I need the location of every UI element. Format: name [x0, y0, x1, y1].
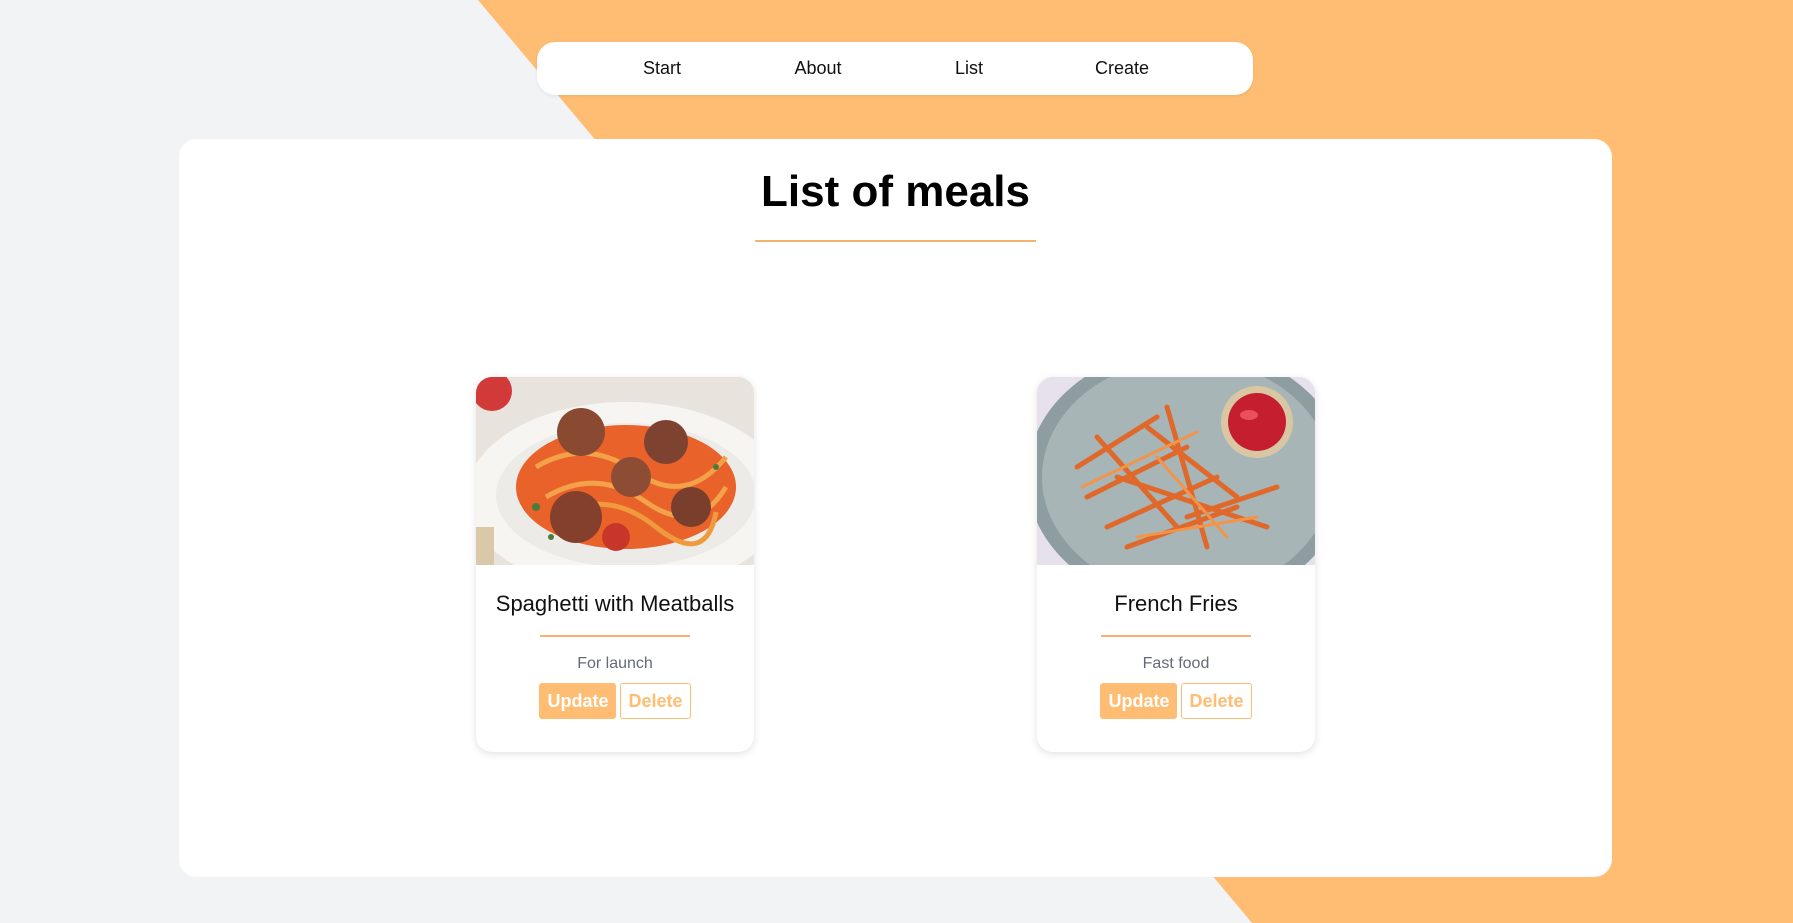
- nav-item-create[interactable]: Create: [1095, 42, 1149, 95]
- meal-name: French Fries: [1114, 591, 1238, 616]
- meal-card: French Fries Fast food Update Delete: [1037, 377, 1315, 752]
- meal-category: For launch: [577, 655, 653, 672]
- meals-panel: List of meals Spaghetti with Meatballs F…: [179, 139, 1612, 877]
- nav-item-about[interactable]: About: [794, 42, 841, 95]
- delete-button[interactable]: Delete: [1181, 683, 1252, 719]
- title-divider: [755, 240, 1036, 242]
- meal-card: Spaghetti with Meatballs For launch Upda…: [476, 377, 754, 752]
- meal-image-fries: [1037, 377, 1315, 565]
- meal-image-spaghetti: [476, 377, 754, 565]
- meal-divider: [540, 635, 690, 637]
- top-nav: Start About List Create: [537, 42, 1253, 95]
- update-button[interactable]: Update: [539, 683, 617, 719]
- meal-category: Fast food: [1142, 655, 1210, 672]
- nav-item-list[interactable]: List: [955, 42, 983, 95]
- meal-name: Spaghetti with Meatballs: [495, 591, 735, 616]
- nav-item-start[interactable]: Start: [643, 42, 681, 95]
- meal-actions: Update Delete: [1037, 683, 1315, 719]
- page-title: List of meals: [761, 167, 1030, 216]
- meal-divider: [1101, 635, 1251, 637]
- meal-actions: Update Delete: [476, 683, 754, 719]
- delete-button[interactable]: Delete: [620, 683, 691, 719]
- update-button[interactable]: Update: [1100, 683, 1178, 719]
